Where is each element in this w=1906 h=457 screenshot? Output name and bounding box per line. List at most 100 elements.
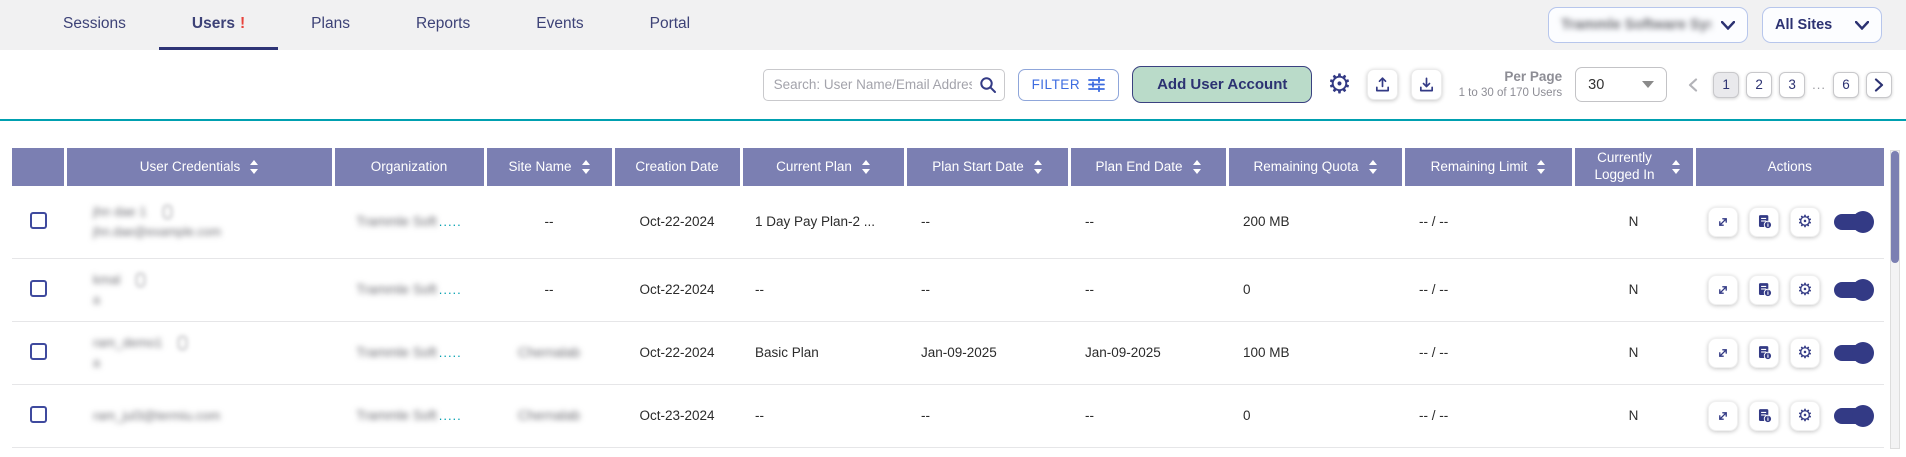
user-settings-button[interactable]: ⚙ [1790,207,1820,237]
row-checkbox[interactable] [30,406,47,423]
user-plan-info-button[interactable] [1749,275,1779,305]
user-badge-icon [163,205,172,219]
expand-user-button[interactable] [1708,401,1738,431]
organization-name: Trammle Soft [356,345,437,360]
organization-name: Trammle Soft [356,214,437,229]
page-button-1[interactable]: 1 [1713,72,1739,98]
sort-arrows-icon[interactable] [1034,160,1042,174]
header-currently-logged-in[interactable]: Currently Logged In [1573,148,1694,186]
table-row: ram_demo1 a Trammle Soft..... Chernalab … [12,321,1884,384]
header-label: Organization [371,159,448,176]
user-credentials-cell: ram_jul3@termiu.com [65,384,333,447]
user-settings-button[interactable]: ⚙ [1790,275,1820,305]
plan-end-date-cell: -- [1069,384,1227,447]
tab-events-label: Events [536,15,583,33]
upload-button[interactable] [1367,69,1398,100]
site-name-cell: -- [485,186,613,258]
scrollbar-thumb[interactable] [1891,151,1899,263]
tab-plans[interactable]: Plans [278,0,383,50]
truncation-dots: ..... [439,345,462,360]
page-button-2[interactable]: 2 [1746,72,1772,98]
header-user-credentials[interactable]: User Credentials [65,148,333,186]
user-enabled-toggle[interactable] [1834,408,1870,424]
truncation-dots: ..... [439,214,462,229]
header-plan-start-date[interactable]: Plan Start Date [905,148,1069,186]
header-plan-end-date[interactable]: Plan End Date [1069,148,1227,186]
sort-arrows-icon[interactable] [1369,160,1377,174]
user-enabled-toggle[interactable] [1834,282,1870,298]
table-row: ram_jul3@termiu.com Trammle Soft..... Ch… [12,384,1884,447]
user-enabled-toggle[interactable] [1834,214,1870,230]
gear-icon: ⚙ [1797,344,1812,361]
settings-gear-icon[interactable]: ⚙ [1325,71,1353,98]
user-plan-info-button[interactable] [1749,338,1779,368]
search-box [763,69,1005,101]
sort-arrows-icon[interactable] [582,160,590,174]
user-email: a [93,356,333,370]
remaining-quota-cell: 0 [1227,258,1403,321]
site-select[interactable]: All Sites [1762,7,1882,43]
document-info-icon [1756,281,1773,298]
user-name: jhn dae 1 [93,204,147,219]
header-remaining-quota[interactable]: Remaining Quota [1227,148,1403,186]
creation-date-cell: Oct-22-2024 [613,258,741,321]
table-scrollbar[interactable] [1890,150,1900,449]
plan-start-date-cell: -- [905,258,1069,321]
row-checkbox[interactable] [30,343,47,360]
organization-select[interactable]: Trammle Software Systems [1548,7,1748,43]
user-badge-icon [136,273,145,287]
chevron-right-icon [1874,78,1884,92]
sort-arrows-icon[interactable] [250,160,258,174]
download-button[interactable] [1411,69,1442,100]
user-badge-icon [178,336,187,350]
row-checkbox[interactable] [30,212,47,229]
user-plan-info-button[interactable] [1749,207,1779,237]
document-info-icon [1756,213,1773,230]
gear-icon: ⚙ [1797,407,1812,424]
site-name-cell: -- [485,258,613,321]
organization-cell: Trammle Soft..... [333,186,485,258]
tab-sessions[interactable]: Sessions [30,0,159,50]
add-user-account-button[interactable]: Add User Account [1132,66,1312,103]
actions-cell: ⚙ [1694,258,1884,321]
expand-user-button[interactable] [1708,338,1738,368]
filter-button[interactable]: FILTER [1018,69,1120,101]
per-page-select[interactable]: 30 [1575,67,1667,102]
search-icon[interactable] [979,76,997,94]
previous-page-button[interactable] [1680,72,1706,98]
user-settings-button[interactable]: ⚙ [1790,338,1820,368]
expand-user-button[interactable] [1708,207,1738,237]
top-right-filters: Trammle Software Systems All Sites [1548,0,1882,50]
search-input[interactable] [763,69,1005,101]
next-page-button[interactable] [1866,72,1892,98]
user-plan-info-button[interactable] [1749,401,1779,431]
sort-arrows-icon[interactable] [862,160,870,174]
user-enabled-toggle[interactable] [1834,345,1870,361]
remaining-quota-cell: 0 [1227,384,1403,447]
truncation-dots: ..... [439,282,462,297]
expand-icon [1715,345,1731,361]
sliders-filter-icon [1088,77,1105,92]
toggle-knob [1852,405,1874,427]
sort-arrows-icon[interactable] [1193,160,1201,174]
header-site-name[interactable]: Site Name [485,148,613,186]
header-remaining-limit[interactable]: Remaining Limit [1403,148,1573,186]
sort-arrows-icon[interactable] [1672,160,1680,174]
page-button-3[interactable]: 3 [1779,72,1805,98]
currently-logged-in-cell: N [1573,384,1694,447]
tab-events[interactable]: Events [503,0,616,50]
current-plan-cell: 1 Day Pay Plan-2 ... [741,186,905,258]
remaining-limit-cell: -- / -- [1403,258,1573,321]
page-button-6[interactable]: 6 [1833,72,1859,98]
header-current-plan[interactable]: Current Plan [741,148,905,186]
sort-arrows-icon[interactable] [1537,160,1545,174]
tab-users[interactable]: Users! [159,0,278,50]
tab-portal[interactable]: Portal [617,0,724,50]
row-checkbox[interactable] [30,280,47,297]
plan-start-date-cell: -- [905,186,1069,258]
expand-user-button[interactable] [1708,275,1738,305]
tab-reports[interactable]: Reports [383,0,503,50]
header-organization: Organization [333,148,485,186]
toggle-knob [1852,279,1874,301]
user-settings-button[interactable]: ⚙ [1790,401,1820,431]
